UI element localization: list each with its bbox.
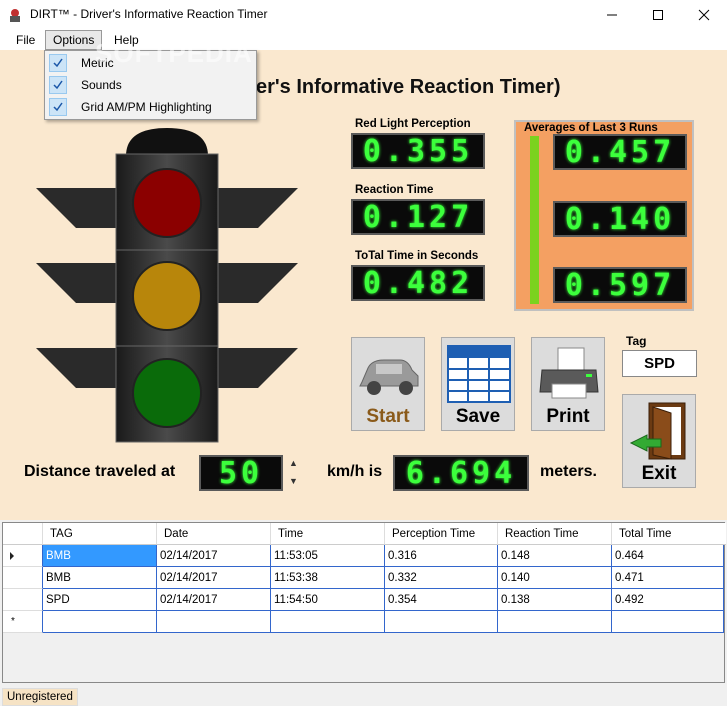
watermark: SOFTPEDIA xyxy=(95,38,253,68)
cell-perception-time[interactable] xyxy=(385,611,498,633)
cell-perception-time[interactable]: 0.354 xyxy=(385,589,498,611)
column-header-date[interactable]: Date xyxy=(157,523,271,545)
menu-item-sounds[interactable]: Sounds xyxy=(47,74,252,96)
door-exit-icon xyxy=(629,402,686,460)
average-perception-readout: 0.457 xyxy=(553,134,687,170)
car-icon xyxy=(359,359,419,395)
cell-date[interactable]: 02/14/2017 xyxy=(157,545,271,567)
traffic-light-icon xyxy=(36,128,298,443)
exit-button-label: Exit xyxy=(641,463,677,484)
menu-options[interactable]: Options xyxy=(45,30,103,50)
minimize-icon xyxy=(607,14,617,16)
cell-reaction-time[interactable]: 0.140 xyxy=(498,567,612,589)
cell-time[interactable]: 11:53:05 xyxy=(271,545,385,567)
start-button-label: Start xyxy=(366,406,410,427)
table-icon xyxy=(447,345,511,403)
cell-tag[interactable]: SPD xyxy=(43,589,157,611)
minimize-button[interactable] xyxy=(589,0,635,30)
save-button-label: Save xyxy=(455,406,501,427)
average-total-readout: 0.597 xyxy=(553,267,687,303)
new-row[interactable]: * xyxy=(3,611,726,633)
speed-input[interactable]: 50 xyxy=(199,455,283,491)
save-button[interactable]: Save xyxy=(441,337,515,431)
reaction-time-readout: 0.127 xyxy=(351,199,485,235)
cell-date[interactable] xyxy=(157,611,271,633)
tag-input[interactable]: SPD xyxy=(622,350,697,377)
row-header[interactable] xyxy=(3,545,43,567)
menu-item-grid-highlighting[interactable]: Grid AM/PM Highlighting xyxy=(47,96,252,118)
cell-time[interactable]: 11:53:38 xyxy=(271,567,385,589)
checkmark-icon xyxy=(49,98,67,116)
cell-total-time[interactable]: 0.492 xyxy=(612,589,724,611)
total-time-label: ToTal Time in Seconds xyxy=(355,250,479,262)
cell-tag[interactable]: BMB xyxy=(43,545,157,567)
column-header-perception-time[interactable]: Perception Time xyxy=(385,523,498,545)
averages-bar xyxy=(530,136,539,304)
cell-tag[interactable]: BMB xyxy=(43,567,157,589)
chevron-down-icon[interactable]: ▼ xyxy=(289,476,298,486)
checkmark-icon xyxy=(49,54,67,72)
grid-corner xyxy=(3,523,43,545)
cell-reaction-time[interactable]: 0.148 xyxy=(498,545,612,567)
column-header-tag[interactable]: TAG xyxy=(43,523,157,545)
app-heading: er's Informative Reaction Timer) xyxy=(256,76,561,98)
cell-perception-time[interactable]: 0.316 xyxy=(385,545,498,567)
printer-icon xyxy=(539,347,599,399)
averages-title: Averages of Last 3 Runs xyxy=(524,122,658,134)
total-time-readout: 0.482 xyxy=(351,265,485,301)
column-header-total-time[interactable]: Total Time xyxy=(612,523,726,545)
speed-unit-label: km/h is xyxy=(327,463,383,480)
row-header[interactable] xyxy=(3,567,43,589)
print-button-label: Print xyxy=(546,406,590,427)
column-header-time[interactable]: Time xyxy=(271,523,385,545)
grid-header: TAG Date Time Perception Time Reaction T… xyxy=(3,523,726,545)
menu-item-label: Grid AM/PM Highlighting xyxy=(81,100,212,114)
tag-label: Tag xyxy=(626,334,647,348)
reaction-time-label: Reaction Time xyxy=(355,184,434,196)
average-reaction-readout: 0.140 xyxy=(553,201,687,237)
table-row[interactable]: BMB 02/14/2017 11:53:05 0.316 0.148 0.46… xyxy=(3,545,726,567)
distance-readout: 6.694 xyxy=(393,455,529,491)
row-header[interactable] xyxy=(3,589,43,611)
checkmark-icon xyxy=(49,76,67,94)
cell-time[interactable]: 11:54:50 xyxy=(271,589,385,611)
exit-button[interactable]: Exit xyxy=(622,394,696,488)
cell-perception-time[interactable]: 0.332 xyxy=(385,567,498,589)
registration-status: Unregistered xyxy=(2,688,78,706)
cell-date[interactable]: 02/14/2017 xyxy=(157,567,271,589)
distance-prefix-label: Distance traveled at xyxy=(24,463,176,480)
cell-tag[interactable] xyxy=(43,611,157,633)
cell-reaction-time[interactable]: 0.138 xyxy=(498,589,612,611)
cell-total-time[interactable]: 0.464 xyxy=(612,545,724,567)
menu-item-label: Sounds xyxy=(81,78,122,92)
table-row[interactable]: SPD 02/14/2017 11:54:50 0.354 0.138 0.49… xyxy=(3,589,726,611)
red-light-label: Red Light Perception xyxy=(355,118,471,130)
current-row-arrow-icon xyxy=(10,552,14,560)
maximize-button[interactable] xyxy=(635,0,681,30)
app-icon xyxy=(10,9,20,22)
window-title: DIRT™ - Driver's Informative Reaction Ti… xyxy=(30,7,268,21)
distance-suffix-label: meters. xyxy=(540,463,597,480)
new-row-marker: * xyxy=(3,611,43,633)
title-bar: DIRT™ - Driver's Informative Reaction Ti… xyxy=(0,0,727,30)
chevron-up-icon[interactable]: ▲ xyxy=(289,458,298,468)
maximize-icon xyxy=(653,10,663,20)
cell-total-time[interactable]: 0.471 xyxy=(612,567,724,589)
cell-total-time[interactable] xyxy=(612,611,724,633)
cell-date[interactable]: 02/14/2017 xyxy=(157,589,271,611)
speed-spinner[interactable]: ▲ ▼ xyxy=(285,454,305,492)
close-icon xyxy=(698,9,710,21)
averages-panel: Averages of Last 3 Runs 0.457 0.140 0.59… xyxy=(514,120,694,311)
start-button[interactable]: Start xyxy=(351,337,425,431)
results-grid: TAG Date Time Perception Time Reaction T… xyxy=(2,522,726,683)
close-button[interactable] xyxy=(681,0,727,30)
cell-reaction-time[interactable] xyxy=(498,611,612,633)
cell-time[interactable] xyxy=(271,611,385,633)
menu-file[interactable]: File xyxy=(9,31,42,49)
status-bar: Unregistered xyxy=(0,686,727,706)
table-row[interactable]: BMB 02/14/2017 11:53:38 0.332 0.140 0.47… xyxy=(3,567,726,589)
print-button[interactable]: Print xyxy=(531,337,605,431)
red-light-readout: 0.355 xyxy=(351,133,485,169)
column-header-reaction-time[interactable]: Reaction Time xyxy=(498,523,612,545)
